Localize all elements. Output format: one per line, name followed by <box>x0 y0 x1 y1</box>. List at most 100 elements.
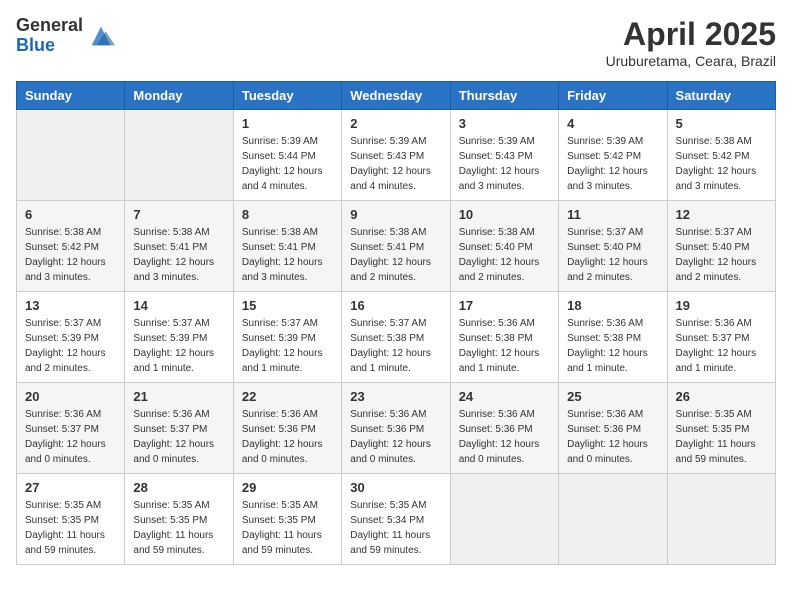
calendar-cell: 30 Sunrise: 5:35 AM Sunset: 5:34 PM Dayli… <box>342 474 450 565</box>
day-info: Sunrise: 5:37 AM Sunset: 5:39 PM Dayligh… <box>242 316 333 376</box>
header-row: SundayMondayTuesdayWednesdayThursdayFrid… <box>17 82 776 110</box>
day-number: 12 <box>676 207 767 222</box>
day-number: 16 <box>350 298 441 313</box>
location: Uruburetama, Ceara, Brazil <box>606 53 776 69</box>
calendar-cell: 4 Sunrise: 5:39 AM Sunset: 5:42 PM Daylig… <box>559 110 667 201</box>
calendar-cell: 26 Sunrise: 5:35 AM Sunset: 5:35 PM Dayli… <box>667 383 775 474</box>
day-info: Sunrise: 5:38 AM Sunset: 5:41 PM Dayligh… <box>133 225 224 285</box>
day-number: 15 <box>242 298 333 313</box>
day-info: Sunrise: 5:35 AM Sunset: 5:35 PM Dayligh… <box>25 498 116 558</box>
day-of-week-header: Saturday <box>667 82 775 110</box>
day-info: Sunrise: 5:37 AM Sunset: 5:40 PM Dayligh… <box>676 225 767 285</box>
day-number: 21 <box>133 389 224 404</box>
calendar-cell: 15 Sunrise: 5:37 AM Sunset: 5:39 PM Dayli… <box>233 292 341 383</box>
day-number: 22 <box>242 389 333 404</box>
day-number: 29 <box>242 480 333 495</box>
day-info: Sunrise: 5:36 AM Sunset: 5:38 PM Dayligh… <box>567 316 658 376</box>
day-info: Sunrise: 5:39 AM Sunset: 5:42 PM Dayligh… <box>567 134 658 194</box>
logo-blue-text: Blue <box>16 36 83 56</box>
logo: General Blue <box>16 16 115 56</box>
day-number: 25 <box>567 389 658 404</box>
calendar-cell: 21 Sunrise: 5:36 AM Sunset: 5:37 PM Dayli… <box>125 383 233 474</box>
calendar-cell: 7 Sunrise: 5:38 AM Sunset: 5:41 PM Daylig… <box>125 201 233 292</box>
day-number: 28 <box>133 480 224 495</box>
day-info: Sunrise: 5:36 AM Sunset: 5:36 PM Dayligh… <box>459 407 550 467</box>
day-number: 27 <box>25 480 116 495</box>
day-number: 5 <box>676 116 767 131</box>
calendar-header: SundayMondayTuesdayWednesdayThursdayFrid… <box>17 82 776 110</box>
day-info: Sunrise: 5:36 AM Sunset: 5:36 PM Dayligh… <box>350 407 441 467</box>
day-number: 7 <box>133 207 224 222</box>
day-number: 10 <box>459 207 550 222</box>
page-header: General Blue April 2025 Uruburetama, Cea… <box>16 16 776 69</box>
day-number: 20 <box>25 389 116 404</box>
title-block: April 2025 Uruburetama, Ceara, Brazil <box>606 16 776 69</box>
day-info: Sunrise: 5:36 AM Sunset: 5:37 PM Dayligh… <box>133 407 224 467</box>
day-number: 30 <box>350 480 441 495</box>
calendar-cell: 10 Sunrise: 5:38 AM Sunset: 5:40 PM Dayli… <box>450 201 558 292</box>
day-number: 14 <box>133 298 224 313</box>
day-number: 23 <box>350 389 441 404</box>
calendar-cell <box>17 110 125 201</box>
calendar-cell: 12 Sunrise: 5:37 AM Sunset: 5:40 PM Dayli… <box>667 201 775 292</box>
day-info: Sunrise: 5:37 AM Sunset: 5:39 PM Dayligh… <box>133 316 224 376</box>
day-info: Sunrise: 5:36 AM Sunset: 5:37 PM Dayligh… <box>676 316 767 376</box>
day-info: Sunrise: 5:39 AM Sunset: 5:43 PM Dayligh… <box>459 134 550 194</box>
calendar-cell <box>559 474 667 565</box>
calendar-cell: 24 Sunrise: 5:36 AM Sunset: 5:36 PM Dayli… <box>450 383 558 474</box>
calendar-cell: 5 Sunrise: 5:38 AM Sunset: 5:42 PM Daylig… <box>667 110 775 201</box>
calendar-cell: 6Sunrise: 5:38 AM Sunset: 5:42 PM Daylig… <box>17 201 125 292</box>
calendar-cell: 18Sunrise: 5:36 AM Sunset: 5:38 PM Dayli… <box>559 292 667 383</box>
day-number: 11 <box>567 207 658 222</box>
day-of-week-header: Sunday <box>17 82 125 110</box>
calendar-cell: 9 Sunrise: 5:38 AM Sunset: 5:41 PM Daylig… <box>342 201 450 292</box>
calendar-cell: 20Sunrise: 5:36 AM Sunset: 5:37 PM Dayli… <box>17 383 125 474</box>
day-number: 9 <box>350 207 441 222</box>
calendar-cell <box>125 110 233 201</box>
day-number: 24 <box>459 389 550 404</box>
calendar-cell: 2 Sunrise: 5:39 AM Sunset: 5:43 PM Daylig… <box>342 110 450 201</box>
calendar-cell: 3 Sunrise: 5:39 AM Sunset: 5:43 PM Daylig… <box>450 110 558 201</box>
calendar-week-row: 13 Sunrise: 5:37 AM Sunset: 5:39 PM Dayli… <box>17 292 776 383</box>
day-info: Sunrise: 5:35 AM Sunset: 5:35 PM Dayligh… <box>242 498 333 558</box>
day-info: Sunrise: 5:35 AM Sunset: 5:34 PM Dayligh… <box>350 498 441 558</box>
calendar-cell: 13 Sunrise: 5:37 AM Sunset: 5:39 PM Dayli… <box>17 292 125 383</box>
day-number: 1 <box>242 116 333 131</box>
calendar-week-row: 20 Sunrise: 5:36 AM Sunset: 5:37 PM Dayli… <box>17 383 776 474</box>
day-info: Sunrise: 5:38 AM Sunset: 5:40 PM Dayligh… <box>459 225 550 285</box>
day-number: 3 <box>459 116 550 131</box>
calendar-cell: 17 Sunrise: 5:36 AM Sunset: 5:38 PM Dayli… <box>450 292 558 383</box>
day-number: 4 <box>567 116 658 131</box>
day-info: Sunrise: 5:35 AM Sunset: 5:35 PM Dayligh… <box>133 498 224 558</box>
calendar-cell: 29 Sunrise: 5:35 AM Sunset: 5:35 PM Dayli… <box>233 474 341 565</box>
day-info: Sunrise: 5:35 AM Sunset: 5:35 PM Dayligh… <box>676 407 767 467</box>
calendar-cell: 22Sunrise: 5:36 AM Sunset: 5:36 PM Dayli… <box>233 383 341 474</box>
calendar-cell: 19Sunrise: 5:36 AM Sunset: 5:37 PM Dayli… <box>667 292 775 383</box>
calendar-week-row: 6Sunrise: 5:38 AM Sunset: 5:42 PM Daylig… <box>17 201 776 292</box>
day-info: Sunrise: 5:39 AM Sunset: 5:43 PM Dayligh… <box>350 134 441 194</box>
day-info: Sunrise: 5:37 AM Sunset: 5:38 PM Dayligh… <box>350 316 441 376</box>
calendar-cell: 28 Sunrise: 5:35 AM Sunset: 5:35 PM Dayli… <box>125 474 233 565</box>
day-number: 2 <box>350 116 441 131</box>
day-info: Sunrise: 5:38 AM Sunset: 5:42 PM Dayligh… <box>25 225 116 285</box>
day-info: Sunrise: 5:37 AM Sunset: 5:39 PM Dayligh… <box>25 316 116 376</box>
logo-icon <box>87 22 115 50</box>
calendar-cell: 1Sunrise: 5:39 AM Sunset: 5:44 PM Daylig… <box>233 110 341 201</box>
day-number: 17 <box>459 298 550 313</box>
day-number: 8 <box>242 207 333 222</box>
day-info: Sunrise: 5:38 AM Sunset: 5:42 PM Dayligh… <box>676 134 767 194</box>
day-number: 26 <box>676 389 767 404</box>
calendar-cell: 23 Sunrise: 5:36 AM Sunset: 5:36 PM Dayli… <box>342 383 450 474</box>
calendar-cell: 16 Sunrise: 5:37 AM Sunset: 5:38 PM Dayli… <box>342 292 450 383</box>
logo-general-text: General <box>16 16 83 36</box>
day-info: Sunrise: 5:36 AM Sunset: 5:38 PM Dayligh… <box>459 316 550 376</box>
day-number: 13 <box>25 298 116 313</box>
calendar-cell: 14 Sunrise: 5:37 AM Sunset: 5:39 PM Dayli… <box>125 292 233 383</box>
day-of-week-header: Monday <box>125 82 233 110</box>
day-of-week-header: Thursday <box>450 82 558 110</box>
day-info: Sunrise: 5:38 AM Sunset: 5:41 PM Dayligh… <box>242 225 333 285</box>
day-info: Sunrise: 5:38 AM Sunset: 5:41 PM Dayligh… <box>350 225 441 285</box>
calendar-cell: 25Sunrise: 5:36 AM Sunset: 5:36 PM Dayli… <box>559 383 667 474</box>
calendar-table: SundayMondayTuesdayWednesdayThursdayFrid… <box>16 81 776 565</box>
day-of-week-header: Tuesday <box>233 82 341 110</box>
